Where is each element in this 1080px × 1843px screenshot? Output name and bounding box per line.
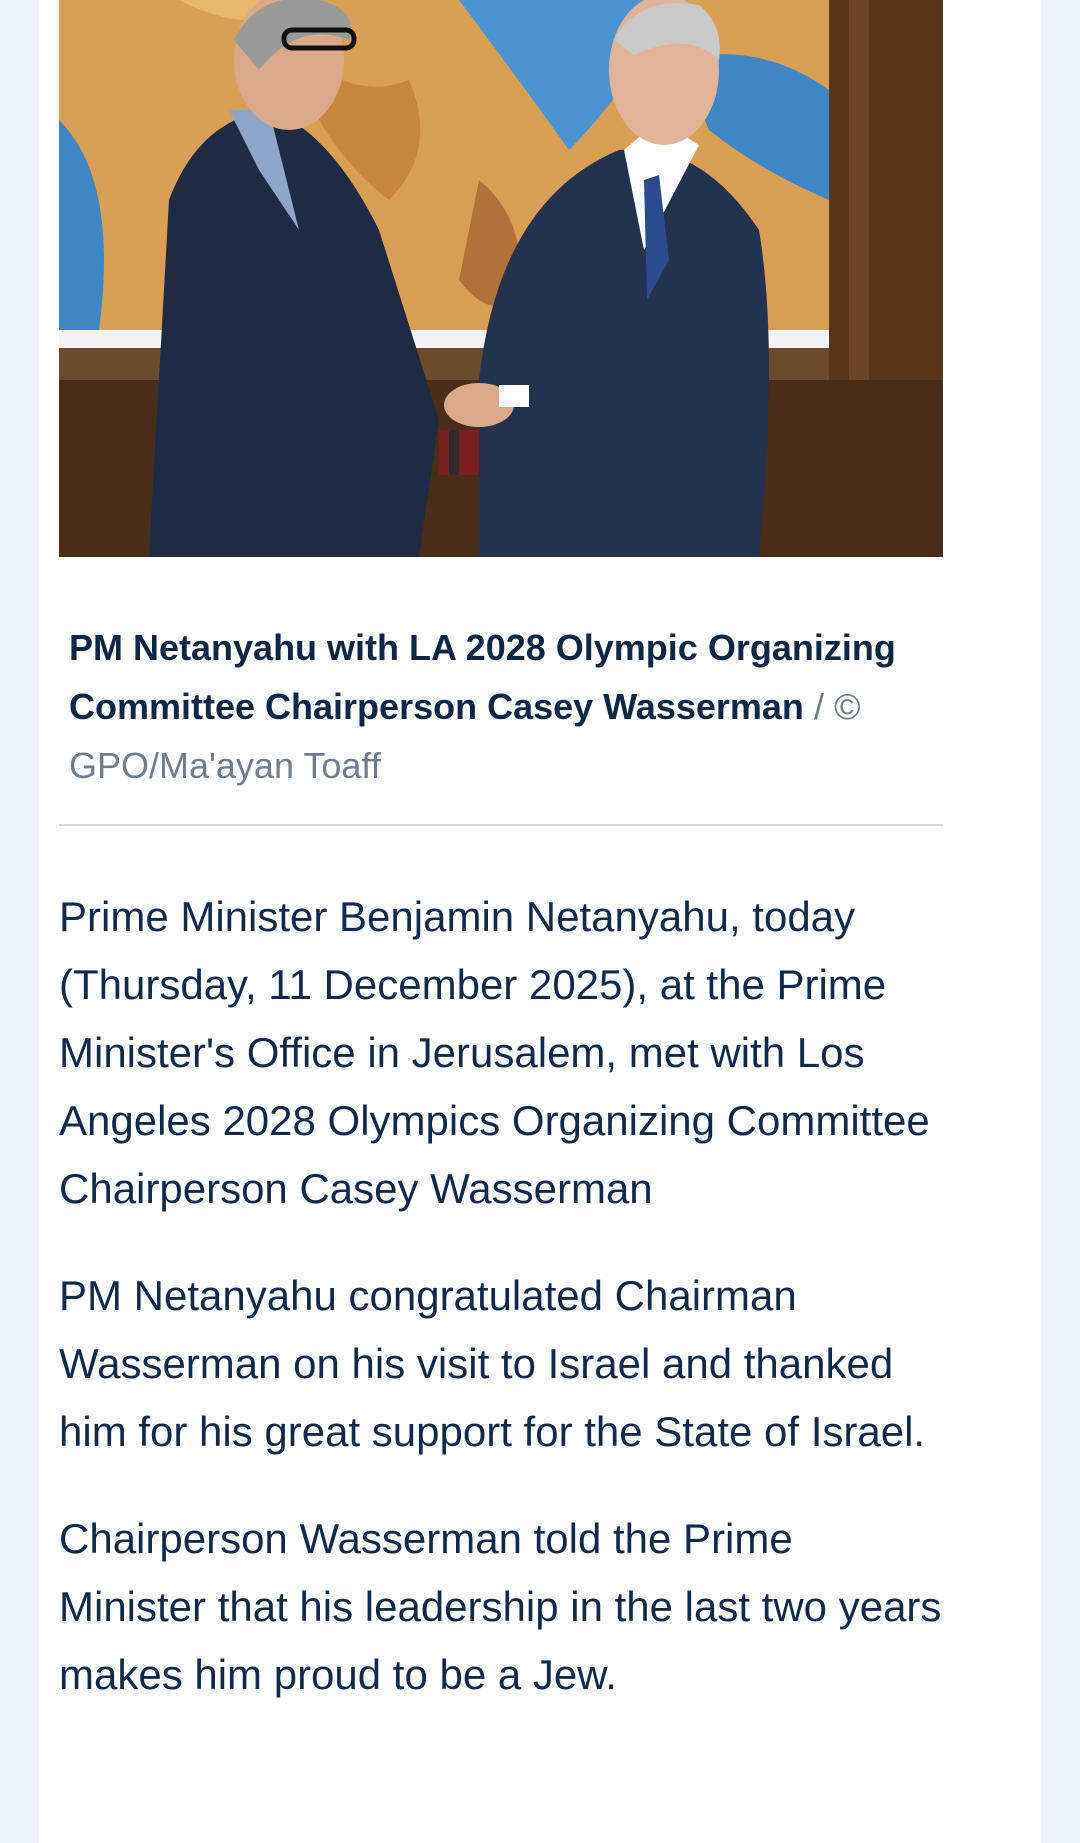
article-paragraph: Prime Minister Benjamin Netanyahu, today… [59,893,930,1212]
article-photo[interactable] [59,0,943,557]
article-paragraph: PM Netanyahu congratulated Chairman Wass… [59,1272,926,1455]
photo-caption: PM Netanyahu with LA 2028 Olympic Organi… [69,618,949,795]
caption-title: PM Netanyahu with LA 2028 Olympic Organi… [69,627,896,727]
article-body: Prime Minister Benjamin Netanyahu, today… [59,883,943,1748]
article-paragraph: Chairperson Wasserman told the Prime Min… [59,1515,942,1698]
caption-divider [59,824,943,826]
photo-illustration [59,0,943,557]
